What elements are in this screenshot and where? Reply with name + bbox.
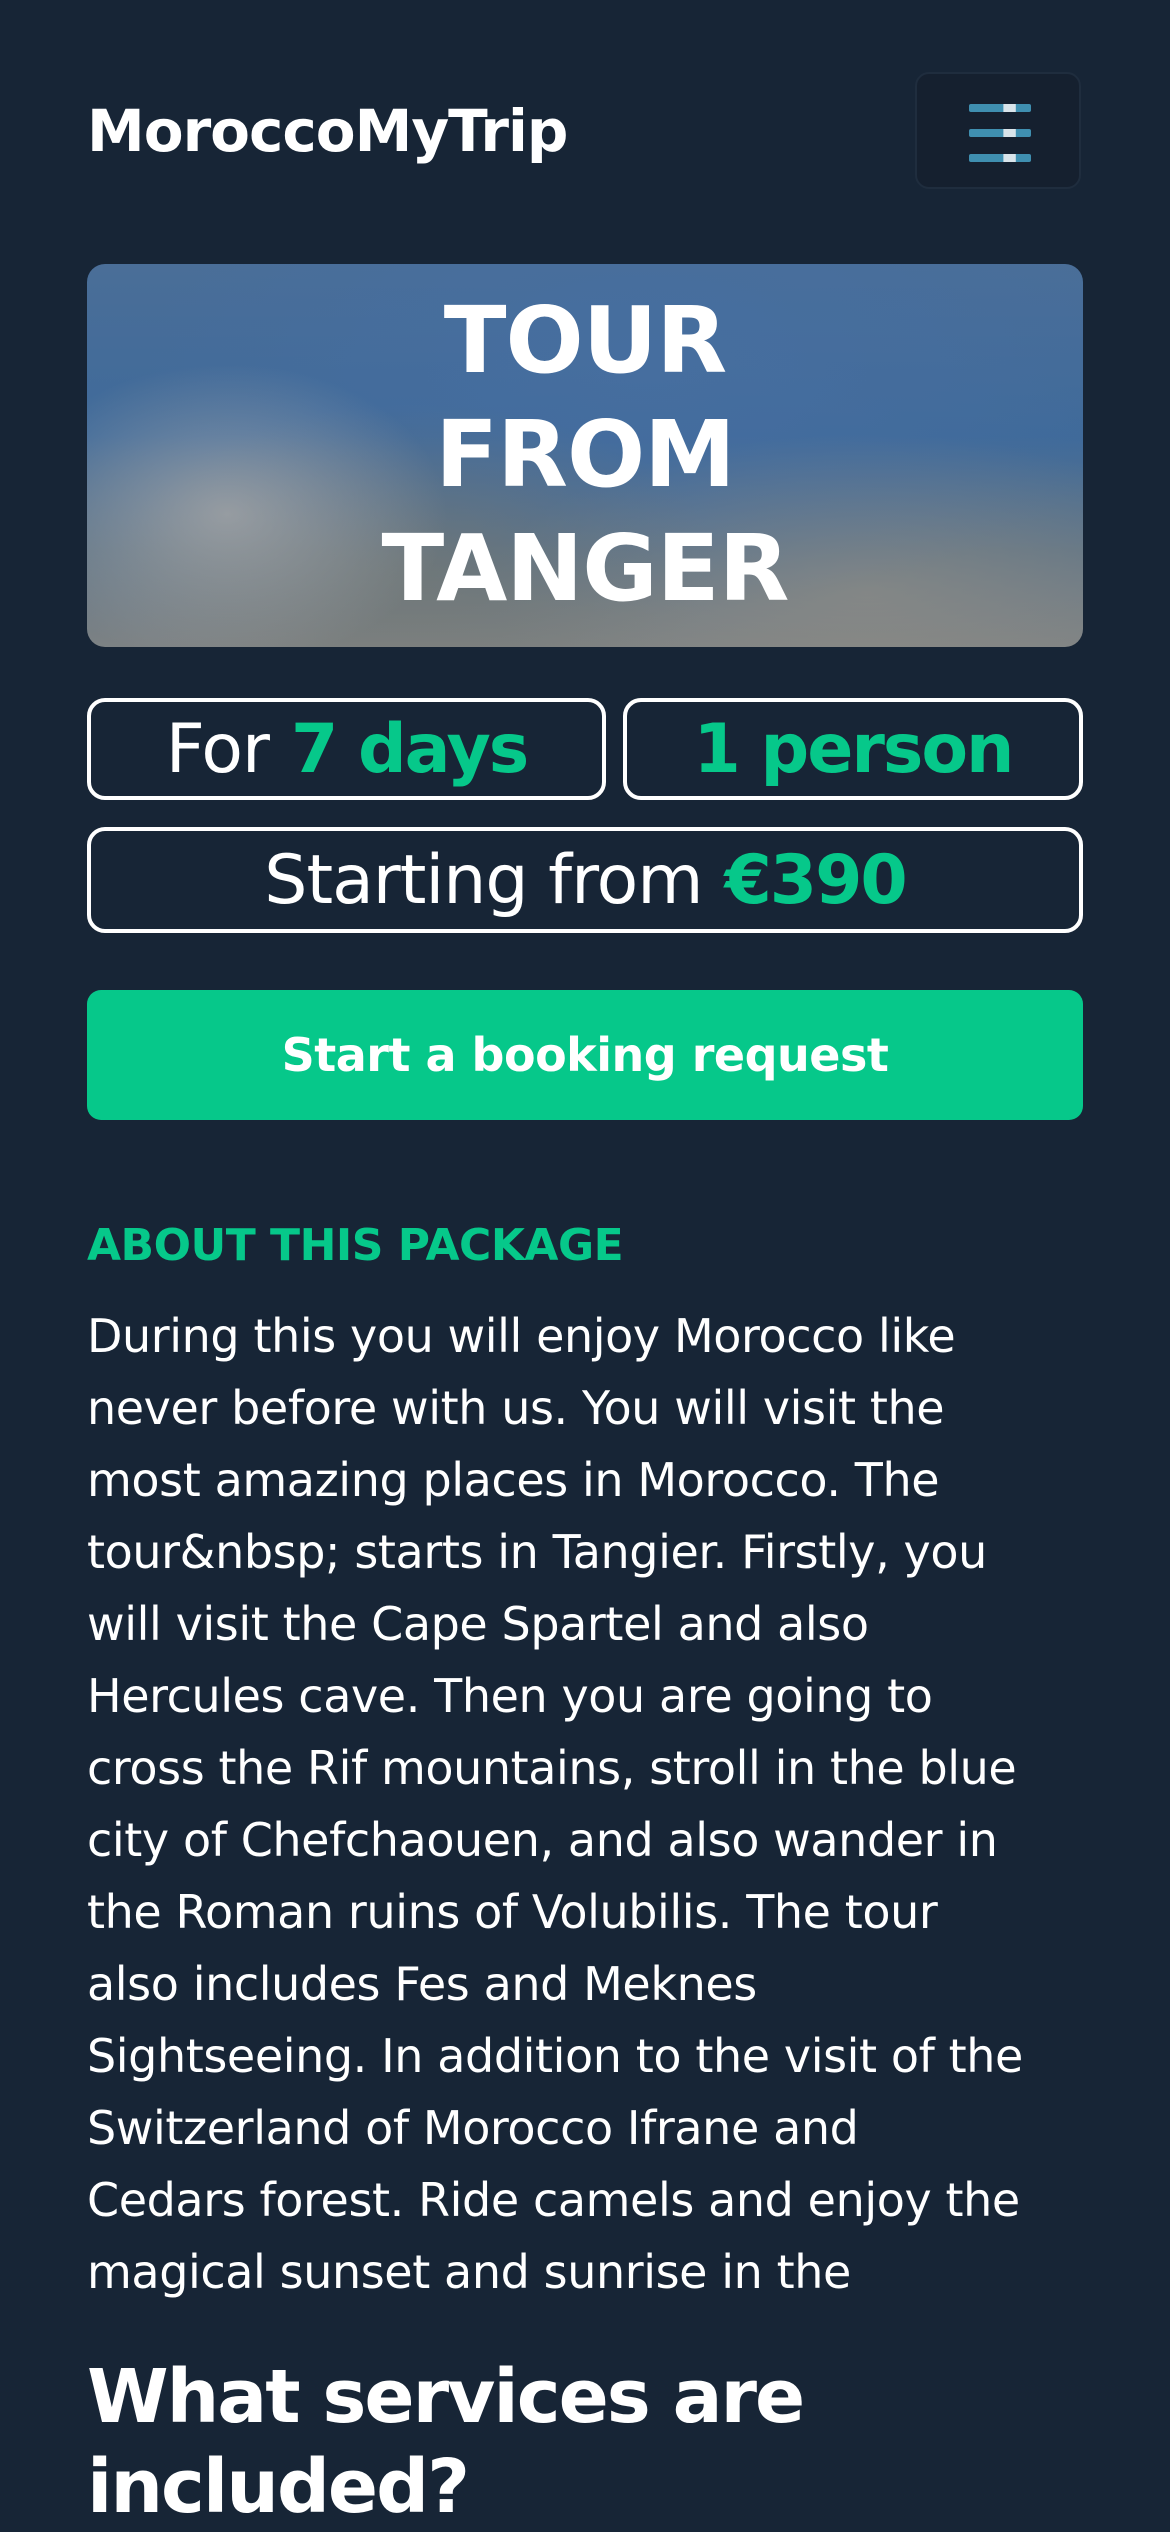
brand-logo[interactable]: MoroccoMyTrip <box>87 96 568 166</box>
price-prefix: Starting from <box>264 840 703 920</box>
about-line: magical sunset and sunrise in the <box>87 2245 851 2299</box>
about-line: tour&nbsp; starts in Tangier. Firstly, y… <box>87 1525 987 1579</box>
hero-banner: TOUR FROM TANGER <box>87 264 1083 647</box>
booking-request-button[interactable]: Start a booking request <box>87 990 1083 1120</box>
menu-bar <box>969 129 1031 137</box>
site-header: MoroccoMyTrip <box>0 0 1170 260</box>
about-line: city of Chefchaouen, and also wander in <box>87 1813 998 1867</box>
tour-title: TOUR FROM TANGER <box>87 284 1083 626</box>
about-line: will visit the Cape Spartel and also <box>87 1597 869 1651</box>
about-line: Hercules cave. Then you are going to <box>87 1669 933 1723</box>
menu-bar <box>969 154 1031 162</box>
about-description: During this you will enjoy Morocco like … <box>87 1300 1087 2308</box>
about-line: the Roman ruins of Volubilis. The tour <box>87 1885 938 1939</box>
persons-badge: 1 person <box>623 698 1083 800</box>
services-heading: What services are included? <box>87 2352 1087 2532</box>
tour-title-line: FROM <box>435 401 735 508</box>
persons-value: 1 person <box>693 709 1015 789</box>
menu-button[interactable] <box>915 72 1081 189</box>
menu-bar <box>969 104 1031 112</box>
price-badge: Starting from €390 <box>87 827 1083 933</box>
tour-title-line: TOUR <box>443 287 728 394</box>
about-line: Cedars forest. Ride camels and enjoy the <box>87 2173 1020 2227</box>
about-line: never before with us. You will visit the <box>87 1381 945 1435</box>
tour-title-line: TANGER <box>381 515 789 622</box>
duration-value: 7 days <box>290 709 529 789</box>
price-value: €390 <box>724 840 907 920</box>
about-line: cross the Rif mountains, stroll in the b… <box>87 1741 1017 1795</box>
about-line: most amazing places in Morocco. The <box>87 1453 940 1507</box>
about-line: Switzerland of Morocco Ifrane and <box>87 2101 859 2155</box>
about-line: also includes Fes and Meknes <box>87 1957 757 2011</box>
about-line: During this you will enjoy Morocco like <box>87 1309 956 1363</box>
about-line: Sightseeing. In addition to the visit of… <box>87 2029 1023 2083</box>
services-heading-line: included? <box>87 2444 470 2530</box>
services-heading-line: What services are <box>87 2354 805 2440</box>
duration-badge: For 7 days <box>87 698 606 800</box>
about-heading: ABOUT THIS PACKAGE <box>87 1220 624 1271</box>
duration-prefix: For <box>165 709 270 789</box>
